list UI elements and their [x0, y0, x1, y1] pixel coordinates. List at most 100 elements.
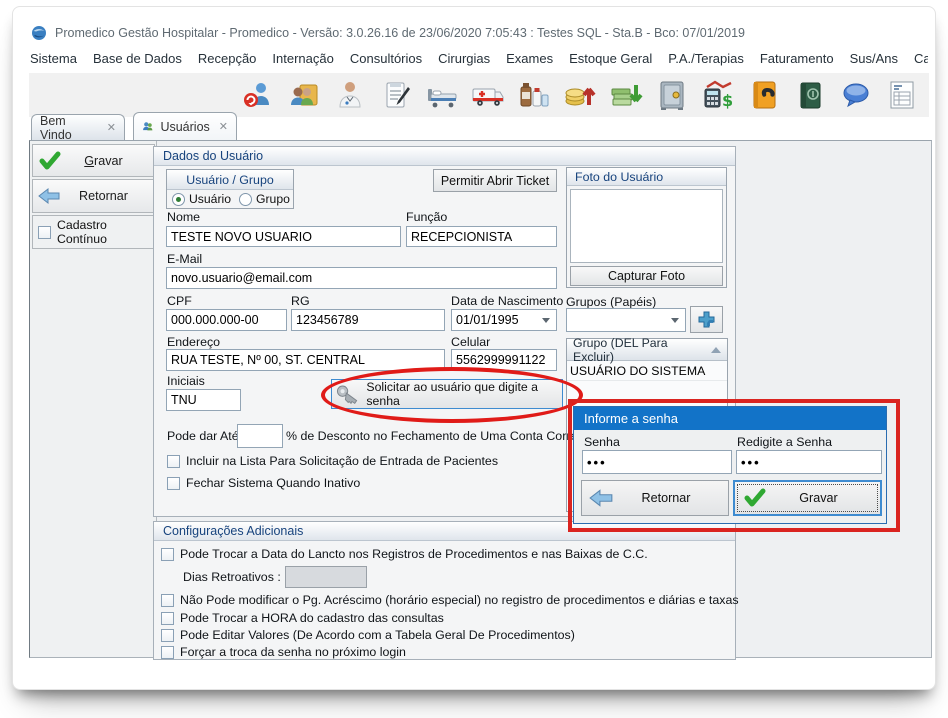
senha-dialog-titlebar: Informe a senha [574, 407, 886, 430]
titlebar: Promedico Gestão Hospitalar - Promedico … [31, 23, 921, 43]
pode-editar-valores-checkbox[interactable] [161, 629, 174, 642]
fechar-sistema-row[interactable]: Fechar Sistema Quando Inativo [167, 476, 360, 490]
fechar-sistema-checkbox[interactable] [167, 477, 180, 490]
funcao-input[interactable]: RECEPCIONISTA [406, 226, 557, 247]
cadastro-continuo-label: Cadastro Contínuo [57, 218, 154, 246]
endereco-input[interactable]: RUA TESTE, Nº 00, ST. CENTRAL [166, 349, 445, 371]
add-grupo-button[interactable] [690, 306, 723, 333]
dias-retroativos-label: Dias Retroativos : [183, 570, 281, 584]
menu-recepcao[interactable]: Recepção [198, 51, 257, 71]
menu-internacao[interactable]: Internação [272, 51, 333, 71]
config-checkbox-row[interactable]: Não Pode modificar o Pg. Acréscimo (horá… [161, 593, 739, 607]
tab-bem-vindo[interactable]: Bem Vindo ✕ [31, 114, 125, 140]
tab-usuarios[interactable]: Usuários ✕ [133, 112, 237, 140]
billing-calculator-icon[interactable]: $ [701, 78, 735, 112]
pode-dar-ate-label: Pode dar Até: [167, 429, 242, 443]
radio-usuario-label: Usuário [189, 192, 231, 206]
retornar-button[interactable]: Retornar [32, 179, 155, 213]
menu-cirurgias[interactable]: Cirurgias [438, 51, 490, 71]
senha-label: Senha [584, 435, 620, 449]
tab-usuarios-close-icon[interactable]: ✕ [219, 120, 228, 133]
user-refresh-icon[interactable] [241, 78, 275, 112]
permitir-abrir-ticket-button[interactable]: Permitir Abrir Ticket [433, 169, 557, 192]
capturar-foto-button[interactable]: Capturar Foto [570, 266, 723, 286]
nao-pode-modificar-label: Não Pode modificar o Pg. Acréscimo (horá… [180, 593, 739, 607]
email-label: E-Mail [167, 252, 202, 266]
dialog-gravar-button[interactable]: Gravar [733, 480, 882, 516]
pode-editar-valores-label: Pode Editar Valores (De Acordo com a Tab… [180, 628, 575, 642]
dias-retroativos-input[interactable] [285, 566, 367, 588]
endereco-label: Endereço [167, 335, 220, 349]
radio-usuario[interactable] [172, 193, 185, 206]
gravar-label: Gravar [61, 154, 154, 168]
check-icon [39, 151, 61, 171]
tab-bem-vindo-close-icon[interactable]: ✕ [107, 121, 116, 134]
radio-grupo-label: Grupo [256, 192, 290, 206]
fechar-sistema-label: Fechar Sistema Quando Inativo [186, 476, 360, 490]
menu-sus-ans[interactable]: Sus/Ans [850, 51, 898, 71]
nome-input[interactable]: TESTE NOVO USUARIO [166, 226, 401, 247]
config-checkbox-row[interactable]: Pode Trocar a Data do Lancto nos Registr… [161, 547, 648, 561]
gravar-button[interactable]: Gravar [32, 144, 155, 177]
redigite-senha-input[interactable]: ••• [736, 450, 882, 474]
menu-pa-terapias[interactable]: P.A./Terapias [668, 51, 744, 71]
sort-ascending-icon [711, 347, 721, 353]
config-checkbox-row[interactable]: Forçar a troca da senha no próximo login [161, 645, 406, 659]
ambulance-icon[interactable] [471, 78, 505, 112]
data-nascimento-value: 01/01/1995 [456, 313, 519, 327]
prescription-icon[interactable] [379, 78, 413, 112]
rg-input[interactable]: 123456789 [291, 309, 445, 331]
doctor-icon[interactable] [333, 78, 367, 112]
incluir-lista-checkbox[interactable] [167, 455, 180, 468]
pode-trocar-hora-checkbox[interactable] [161, 612, 174, 625]
iniciais-input[interactable]: TNU [166, 389, 241, 411]
menu-faturamento[interactable]: Faturamento [760, 51, 834, 71]
chat-icon[interactable] [839, 78, 873, 112]
grupo-list-item[interactable]: USUÁRIO DO SISTEMA [567, 361, 727, 381]
grupo-list-header-label: Grupo (DEL Para Excluir) [573, 336, 711, 364]
pharmacy-icon[interactable] [517, 78, 551, 112]
foto-preview [570, 189, 723, 263]
menu-consultorios[interactable]: Consultórios [350, 51, 422, 71]
chevron-down-icon[interactable] [542, 318, 550, 323]
cadastro-continuo-checkbox[interactable] [38, 226, 51, 239]
dialog-retornar-button[interactable]: Retornar [581, 480, 729, 516]
grupo-list-header[interactable]: Grupo (DEL Para Excluir) [567, 339, 727, 361]
forcar-troca-senha-checkbox[interactable] [161, 646, 174, 659]
data-nascimento-combo[interactable]: 01/01/1995 [451, 309, 557, 331]
ledger-book-icon[interactable] [793, 78, 827, 112]
menu-estoque-geral[interactable]: Estoque Geral [569, 51, 652, 71]
config-checkbox-row[interactable]: Pode Editar Valores (De Acordo com a Tab… [161, 628, 575, 642]
menu-sistema[interactable]: Sistema [30, 51, 77, 71]
email-input[interactable]: novo.usuario@email.com [166, 267, 557, 289]
menu-base-de-dados[interactable]: Base de Dados [93, 51, 182, 71]
users-folder-icon[interactable] [287, 78, 321, 112]
radio-grupo[interactable] [239, 193, 252, 206]
desconto-input[interactable] [237, 424, 283, 448]
nome-label: Nome [167, 210, 200, 224]
pode-trocar-data-checkbox[interactable] [161, 548, 174, 561]
nao-pode-modificar-checkbox[interactable] [161, 594, 174, 607]
cadastro-continuo-panel[interactable]: Cadastro Contínuo [32, 215, 155, 249]
expense-down-icon[interactable] [609, 78, 643, 112]
phonebook-icon[interactable] [747, 78, 781, 112]
revenue-up-icon[interactable] [563, 78, 597, 112]
tab-bem-vindo-label: Bem Vindo [40, 114, 98, 142]
redigite-senha-label: Redigite a Senha [737, 435, 832, 449]
menu-caixa[interactable]: Caixa [914, 51, 928, 71]
safe-icon[interactable] [655, 78, 689, 112]
senha-input[interactable]: ••• [582, 450, 732, 474]
dialog-retornar-label: Retornar [614, 491, 728, 505]
cpf-input[interactable]: 000.000.000-00 [166, 309, 287, 331]
menu-exames[interactable]: Exames [506, 51, 553, 71]
grupos-papeis-combo[interactable] [566, 308, 686, 332]
app-window: Promedico Gestão Hospitalar - Promedico … [12, 6, 936, 690]
pode-trocar-data-label: Pode Trocar a Data do Lancto nos Registr… [180, 547, 648, 561]
report-icon[interactable] [885, 78, 919, 112]
hospital-bed-icon[interactable] [425, 78, 459, 112]
incluir-lista-row[interactable]: Incluir na Lista Para Solicitação de Ent… [167, 454, 498, 468]
cpf-label: CPF [167, 294, 192, 308]
incluir-lista-label: Incluir na Lista Para Solicitação de Ent… [186, 454, 498, 468]
config-checkbox-row[interactable]: Pode Trocar a HORA do cadastro das consu… [161, 611, 444, 625]
chevron-down-icon[interactable] [671, 318, 679, 323]
